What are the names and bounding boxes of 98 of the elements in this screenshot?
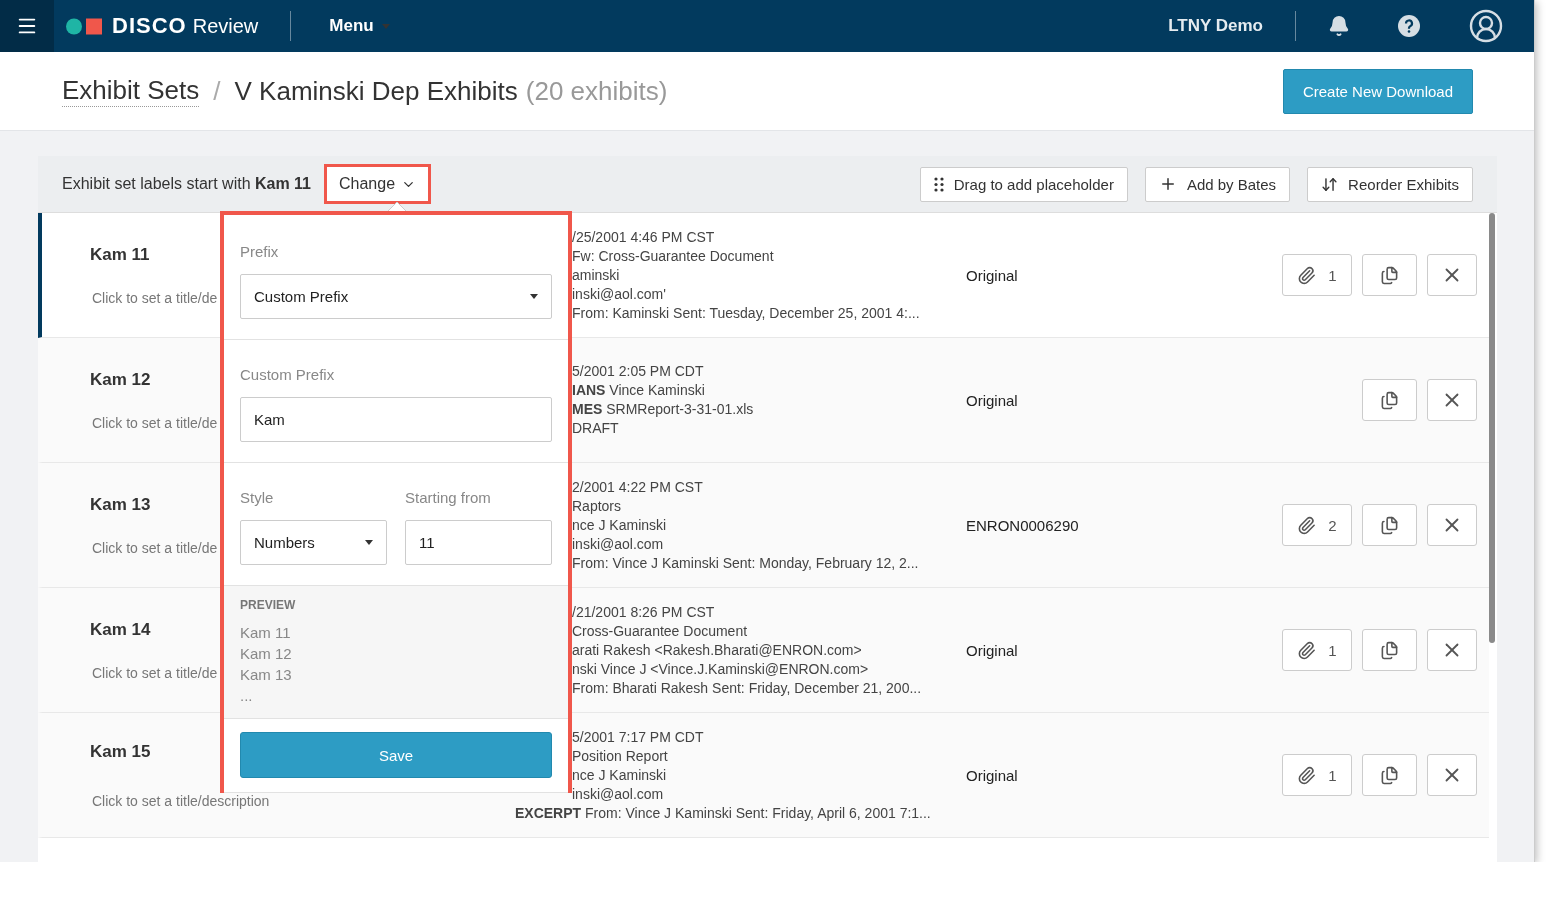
menu-button[interactable] [0, 0, 54, 52]
documents-icon [1380, 765, 1399, 785]
label-start-text: Exhibit set labels start with Kam 11 [62, 175, 311, 193]
help-icon[interactable] [1398, 15, 1420, 37]
attachments-button[interactable]: 1 [1282, 754, 1352, 796]
exhibit-label: Kam 13 [90, 494, 151, 515]
preview-item: ... [240, 686, 254, 706]
remove-button[interactable] [1427, 754, 1477, 796]
notifications-icon[interactable] [1328, 15, 1350, 37]
exhibit-label: Kam 12 [90, 369, 151, 390]
detail-line: /21/2001 8:26 PM CST [572, 602, 715, 622]
exhibit-count: (20 exhibits) [525, 75, 668, 107]
detail-line: inski@aol.com [572, 784, 664, 804]
copy-button[interactable] [1362, 629, 1417, 671]
copy-button[interactable] [1362, 504, 1417, 546]
preview-item: Kam 12 [240, 644, 293, 664]
exhibit-source: Original [966, 266, 1019, 284]
copy-button[interactable] [1362, 754, 1417, 796]
field-label: Prefix [240, 243, 280, 260]
exhibit-description[interactable]: Click to set a title/description [92, 792, 270, 809]
detail-line: 5/2001 7:17 PM CDT [572, 727, 704, 747]
field-label: Style [240, 489, 275, 506]
paperclip-icon [1297, 765, 1317, 785]
prefix-select[interactable]: Custom Prefix [240, 274, 552, 319]
breadcrumb-separator: / [213, 75, 221, 107]
caret-icon [381, 23, 390, 29]
custom-prefix-field[interactable]: Kam [240, 397, 552, 442]
detail-line: nce J Kaminski [572, 765, 667, 785]
logo-icon [66, 17, 104, 35]
menu-dropdown[interactable]: Menu [323, 15, 396, 37]
account-name[interactable]: LTNY Demo [1168, 16, 1263, 36]
detail-line: aminski [572, 265, 620, 285]
caret-icon [365, 540, 373, 545]
toolbar-button[interactable]: Add by Bates [1144, 166, 1291, 202]
style-select[interactable]: Numbers [240, 520, 387, 565]
exhibit-description[interactable]: Click to set a title/de [92, 664, 218, 681]
detail-line: EXCERPT From: Vince J Kaminski Sent: Friday, April 6, 2001 7:1... [515, 803, 931, 823]
detail-line: inski@aol.com [572, 534, 664, 554]
exhibit-description[interactable]: Click to set a title/de [92, 289, 218, 306]
remove-button[interactable] [1427, 504, 1477, 546]
detail-line: /25/2001 4:46 PM CST [572, 227, 715, 247]
detail-line: From: Bharati Rakesh Sent: Friday, December 21, 200... [572, 678, 922, 698]
product-name: Review [192, 14, 259, 38]
paperclip-icon [1297, 265, 1317, 285]
scrollbar-thumb[interactable] [1489, 213, 1495, 643]
brand-name: DISCO [112, 13, 187, 39]
starting-from-field[interactable]: 11 [405, 520, 552, 565]
exhibit-label: Kam 14 [90, 619, 151, 640]
field-label: Starting from [405, 489, 492, 506]
detail-line: From: Kaminski Sent: Tuesday, December 25, 2001 4:... [572, 303, 920, 323]
sort-icon [1321, 175, 1339, 193]
paperclip-icon [1297, 640, 1317, 660]
detail-line: nce J Kaminski [572, 515, 667, 535]
exhibit-description[interactable]: Click to set a title/de [92, 414, 218, 431]
preview-item: Kam 13 [240, 665, 293, 685]
breadcrumb-link[interactable]: Exhibit Sets [62, 75, 200, 107]
detail-line: From: Vince J Kaminski Sent: Monday, February 12, 2... [572, 553, 919, 573]
toolbar-button[interactable]: Drag to add placeholder [919, 166, 1128, 202]
page-title: V Kaminski Dep Exhibits [234, 75, 518, 107]
documents-icon [1380, 265, 1399, 285]
toolbar-button[interactable]: Reorder Exhibits [1307, 166, 1473, 202]
drag-handle-icon [933, 176, 944, 192]
remove-button[interactable] [1427, 379, 1477, 421]
user-avatar-icon[interactable] [1468, 8, 1504, 44]
copy-button[interactable] [1362, 379, 1417, 421]
caret-icon [530, 294, 538, 299]
remove-button[interactable] [1427, 629, 1477, 671]
detail-line: Cross-Guarantee Document [572, 621, 748, 641]
exhibit-description[interactable]: Click to set a title/de [92, 539, 218, 556]
detail-line: Raptors [572, 496, 622, 516]
copy-button[interactable] [1362, 254, 1417, 296]
detail-line: 2/2001 4:22 PM CST [572, 477, 703, 497]
detail-line: MES SRMReport-3-31-01.xls [572, 400, 754, 419]
paperclip-icon [1297, 515, 1317, 535]
documents-icon [1380, 390, 1399, 410]
detail-line: inski@aol.com' [572, 284, 666, 304]
attachments-button[interactable]: 1 [1282, 254, 1352, 296]
field-label: Custom Prefix [240, 366, 336, 383]
detail-line: arati Rakesh <Rakesh.Bharati@ENRON.com> [572, 640, 862, 660]
exhibit-source: ENRON0006290 [966, 516, 1080, 534]
detail-line: Fw: Cross-Guarantee Document [572, 246, 774, 266]
exhibit-source: Original [966, 641, 1019, 659]
documents-icon [1380, 515, 1399, 535]
preview-item: Kam 11 [240, 623, 292, 643]
detail-line: Position Report [572, 746, 668, 766]
remove-button[interactable] [1427, 254, 1477, 296]
exhibit-source: Original [966, 391, 1019, 409]
detail-line: nski Vince J <Vince.J.Kaminski@ENRON.com> [572, 659, 869, 679]
exhibit-label: Kam 15 [90, 741, 151, 762]
attachments-button[interactable]: 2 [1282, 504, 1352, 546]
exhibit-source: Original [966, 766, 1019, 784]
detail-line: IANS Vince Kaminski [572, 381, 705, 400]
exhibit-label: Kam 11 [90, 244, 150, 265]
attachments-button[interactable]: 1 [1282, 629, 1352, 671]
preview-heading: PREVIEW [240, 598, 297, 612]
documents-icon [1380, 640, 1399, 660]
detail-line: 5/2001 2:05 PM CDT [572, 362, 704, 381]
detail-line: DRAFT [572, 419, 619, 438]
